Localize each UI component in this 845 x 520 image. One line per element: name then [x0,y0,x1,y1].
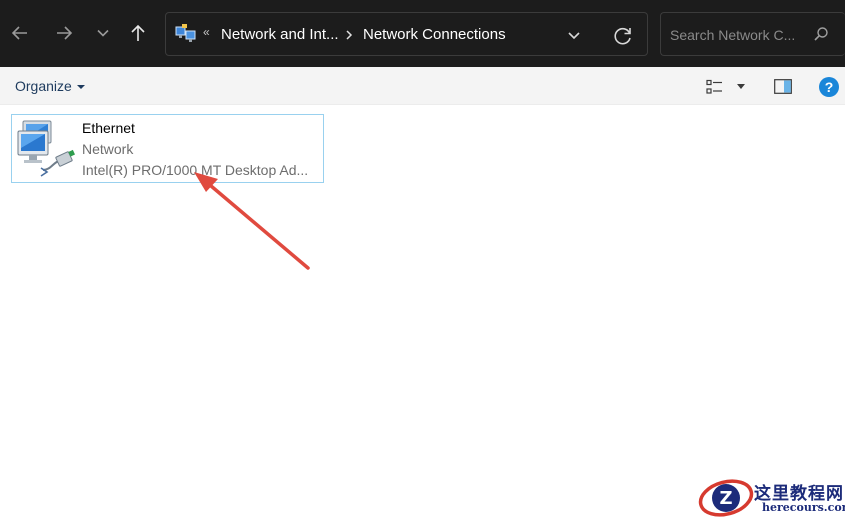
watermark-english-text: herecours.com [762,501,845,514]
annotation-arrow [194,172,310,270]
command-bar: Organize ? [0,67,845,105]
arrow-up-icon [131,24,145,41]
connection-name: Ethernet [82,120,135,136]
preview-pane-icon[interactable] [774,79,792,94]
view-options-caret-icon[interactable] [737,84,745,89]
organize-label: Organize [15,78,72,94]
search-icon[interactable] [813,26,829,42]
network-connections-icon [175,24,196,42]
chevron-down-icon[interactable] [566,28,582,42]
chevron-right-icon[interactable] [344,28,354,42]
watermark-logo: Z [698,479,754,517]
up-button[interactable] [122,17,154,49]
breadcrumb-overflow[interactable]: « [203,25,210,39]
watermark: Z 这里教程网 herecours.com [696,474,845,520]
chevron-down-icon [97,29,109,37]
breadcrumb-network-connections[interactable]: Network Connections [363,26,506,43]
watermark-logo-letter: Z [719,488,732,509]
organize-button[interactable]: Organize [15,78,85,94]
ethernet-adapter-icon [17,120,75,177]
refresh-icon[interactable] [611,24,635,48]
caret-down-icon [76,85,85,89]
arrow-left-icon [11,26,27,40]
search-input[interactable] [670,25,810,45]
search-box[interactable] [660,12,845,56]
details-view-icon[interactable] [706,79,724,95]
connection-type: Network [82,141,134,157]
arrow-right-icon [57,26,73,40]
back-button[interactable] [4,17,36,49]
help-button[interactable]: ? [819,77,839,97]
breadcrumb-network-and-internet[interactable]: Network and Int... [221,26,339,43]
address-bar-row: « Network and Int... Network Connections [0,0,845,67]
address-box[interactable]: « Network and Int... Network Connections [165,12,648,56]
recent-locations-button[interactable] [87,17,119,49]
forward-button[interactable] [48,17,80,49]
